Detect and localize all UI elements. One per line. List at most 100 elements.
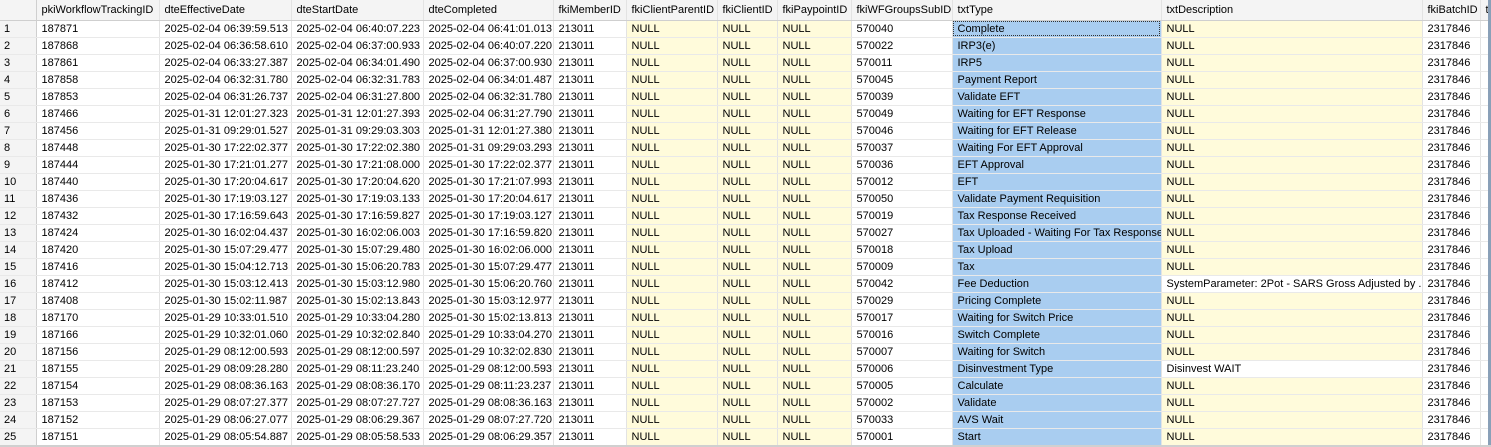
cell-dteCompleted[interactable]: 2025-01-30 16:02:06.000 [423, 241, 554, 259]
cell-fkiWFGroupsSubID[interactable]: 570036 [851, 156, 953, 174]
cell-fkiPaypointID[interactable]: NULL [777, 428, 852, 446]
cell-dteStartDate[interactable]: 2025-02-04 06:34:01.490 [291, 54, 424, 72]
cell-row-number[interactable]: 15 [0, 258, 37, 276]
cell-txtType[interactable]: Calculate [952, 377, 1162, 395]
cell-fkiBatchID[interactable]: 2317846 [1422, 292, 1481, 310]
cell-txtType[interactable]: Tax Uploaded - Waiting For Tax Response [952, 224, 1162, 242]
cell-fkiPaypointID[interactable]: NULL [777, 20, 852, 38]
cell-fkiMemberID[interactable]: 213011 [553, 292, 627, 310]
cell-txtDescription[interactable]: NULL [1161, 241, 1423, 259]
cell-fkiWFGroupsSubID[interactable]: 570002 [851, 394, 953, 412]
cell-fkiClientID[interactable]: NULL [717, 326, 778, 344]
cell-pkiWorkflowTrackingID[interactable]: 187444 [36, 156, 160, 174]
cell-fkiMemberID[interactable]: 213011 [553, 309, 627, 327]
cell-fkiClientParentID[interactable]: NULL [626, 309, 718, 327]
cell-fkiBatchID[interactable]: 2317846 [1422, 156, 1481, 174]
cell-txtType[interactable]: Validate Payment Requisition [952, 190, 1162, 208]
cell-fkiPaypointID[interactable]: NULL [777, 411, 852, 429]
cell-row-number[interactable]: 17 [0, 292, 37, 310]
table-row[interactable]: 22 187154 2025-01-29 08:08:36.163 2025-01-2… [0, 377, 1491, 395]
cell-dteStartDate[interactable]: 2025-01-30 17:20:04.620 [291, 173, 424, 191]
table-row[interactable]: 10 187440 2025-01-30 17:20:04.617 2025-01-3… [0, 173, 1491, 191]
table-row[interactable]: 18 187170 2025-01-29 10:33:01.510 2025-01-2… [0, 309, 1491, 327]
cell-pkiWorkflowTrackingID[interactable]: 187416 [36, 258, 160, 276]
table-row[interactable]: 21 187155 2025-01-29 08:09:28.280 2025-01-2… [0, 360, 1491, 378]
cell-dteCompleted[interactable]: 2025-01-30 15:02:13.813 [423, 309, 554, 327]
cell-dteEffectiveDate[interactable]: 2025-01-30 15:03:12.413 [159, 275, 292, 293]
table-row[interactable]: 7 187456 2025-01-31 09:29:01.527 2025-01-31… [0, 122, 1491, 140]
cell-fkiPaypointID[interactable]: NULL [777, 156, 852, 174]
table-row[interactable]: 23 187153 2025-01-29 08:07:27.377 2025-01-2… [0, 394, 1491, 412]
cell-fkiBatchID[interactable]: 2317846 [1422, 71, 1481, 89]
column-header-fkiPaypointID[interactable]: fkiPaypointID [777, 0, 852, 21]
cell-fkiWFGroupsSubID[interactable]: 570027 [851, 224, 953, 242]
cell-fkiClientID[interactable]: NULL [717, 190, 778, 208]
cell-pkiWorkflowTrackingID[interactable]: 187166 [36, 326, 160, 344]
cell-row-number[interactable]: 23 [0, 394, 37, 412]
cell-fkiBatchID[interactable]: 2317846 [1422, 37, 1481, 55]
cell-dteCompleted[interactable]: 2025-01-30 17:19:03.127 [423, 207, 554, 225]
cell-fkiMemberID[interactable]: 213011 [553, 275, 627, 293]
cell-row-number[interactable]: 11 [0, 190, 37, 208]
table-row[interactable]: 1 187871 2025-02-04 06:39:59.513 2025-02-04… [0, 20, 1491, 38]
cell-dteEffectiveDate[interactable]: 2025-01-30 17:21:01.277 [159, 156, 292, 174]
cell-dteEffectiveDate[interactable]: 2025-01-29 08:07:27.377 [159, 394, 292, 412]
cell-txtType[interactable]: Start [952, 428, 1162, 446]
table-row[interactable]: 3 187861 2025-02-04 06:33:27.387 2025-02-04… [0, 54, 1491, 72]
table-row[interactable]: 2 187868 2025-02-04 06:36:58.610 2025-02-04… [0, 37, 1491, 55]
cell-dteCompleted[interactable]: 2025-01-29 08:08:36.163 [423, 394, 554, 412]
cell-fkiPaypointID[interactable]: NULL [777, 139, 852, 157]
cell-txtDescription[interactable]: NULL [1161, 258, 1423, 276]
cell-dteCompleted[interactable]: 2025-01-29 08:11:23.237 [423, 377, 554, 395]
cell-dteEffectiveDate[interactable]: 2025-02-04 06:39:59.513 [159, 20, 292, 38]
cell-fkiMemberID[interactable]: 213011 [553, 411, 627, 429]
cell-fkiMemberID[interactable]: 213011 [553, 360, 627, 378]
cell-fkiClientID[interactable]: NULL [717, 122, 778, 140]
cell-dteCompleted[interactable]: 2025-01-30 17:22:02.377 [423, 156, 554, 174]
cell-fkiClientID[interactable]: NULL [717, 377, 778, 395]
cell-pkiWorkflowTrackingID[interactable]: 187151 [36, 428, 160, 446]
cell-fkiBatchID[interactable]: 2317846 [1422, 394, 1481, 412]
cell-fkiClientParentID[interactable]: NULL [626, 394, 718, 412]
cell-fkiClientID[interactable]: NULL [717, 224, 778, 242]
cell-dteCompleted[interactable]: 2025-02-04 06:31:27.790 [423, 105, 554, 123]
cell-fkiClientParentID[interactable]: NULL [626, 54, 718, 72]
cell-dteEffectiveDate[interactable]: 2025-01-30 15:04:12.713 [159, 258, 292, 276]
column-header-txtType[interactable]: txtType [952, 0, 1162, 21]
cell-txtType[interactable]: Complete [952, 20, 1162, 38]
cell-fkiClientID[interactable]: NULL [717, 428, 778, 446]
cell-fkiClientID[interactable]: NULL [717, 71, 778, 89]
cell-fkiBatchID[interactable]: 2317846 [1422, 343, 1481, 361]
cell-fkiClientParentID[interactable]: NULL [626, 292, 718, 310]
cell-fkiClientID[interactable]: NULL [717, 88, 778, 106]
cell-dteCompleted[interactable]: 2025-01-30 15:03:12.977 [423, 292, 554, 310]
cell-dteCompleted[interactable]: 2025-01-30 17:16:59.820 [423, 224, 554, 242]
cell-fkiPaypointID[interactable]: NULL [777, 173, 852, 191]
results-grid[interactable]: pkiWorkflowTrackingID dteEffectiveDate d… [0, 0, 1491, 447]
cell-row-number[interactable]: 9 [0, 156, 37, 174]
cell-pkiWorkflowTrackingID[interactable]: 187853 [36, 88, 160, 106]
cell-fkiMemberID[interactable]: 213011 [553, 207, 627, 225]
cell-fkiClientID[interactable]: NULL [717, 241, 778, 259]
cell-fkiClientParentID[interactable]: NULL [626, 88, 718, 106]
cell-txtDescription[interactable]: NULL [1161, 326, 1423, 344]
table-row[interactable]: 25 187151 2025-01-29 08:05:54.887 2025-01-2… [0, 428, 1491, 446]
cell-pkiWorkflowTrackingID[interactable]: 187155 [36, 360, 160, 378]
cell-fkiBatchID[interactable]: 2317846 [1422, 309, 1481, 327]
cell-fkiWFGroupsSubID[interactable]: 570016 [851, 326, 953, 344]
cell-dteStartDate[interactable]: 2025-01-31 09:29:03.303 [291, 122, 424, 140]
cell-dteCompleted[interactable]: 2025-01-29 10:33:04.270 [423, 326, 554, 344]
cell-fkiClientParentID[interactable]: NULL [626, 173, 718, 191]
cell-row-number[interactable]: 25 [0, 428, 37, 446]
column-header-dteCompleted[interactable]: dteCompleted [423, 0, 554, 21]
cell-fkiMemberID[interactable]: 213011 [553, 54, 627, 72]
column-header-dteEffectiveDate[interactable]: dteEffectiveDate [159, 0, 292, 21]
corner-header[interactable] [0, 0, 37, 21]
cell-fkiClientParentID[interactable]: NULL [626, 326, 718, 344]
cell-fkiClientParentID[interactable]: NULL [626, 190, 718, 208]
cell-dteStartDate[interactable]: 2025-01-30 15:03:12.980 [291, 275, 424, 293]
cell-dteEffectiveDate[interactable]: 2025-02-04 06:31:26.737 [159, 88, 292, 106]
cell-pkiWorkflowTrackingID[interactable]: 187436 [36, 190, 160, 208]
cell-dteEffectiveDate[interactable]: 2025-01-29 08:06:27.077 [159, 411, 292, 429]
cell-fkiWFGroupsSubID[interactable]: 570040 [851, 20, 953, 38]
